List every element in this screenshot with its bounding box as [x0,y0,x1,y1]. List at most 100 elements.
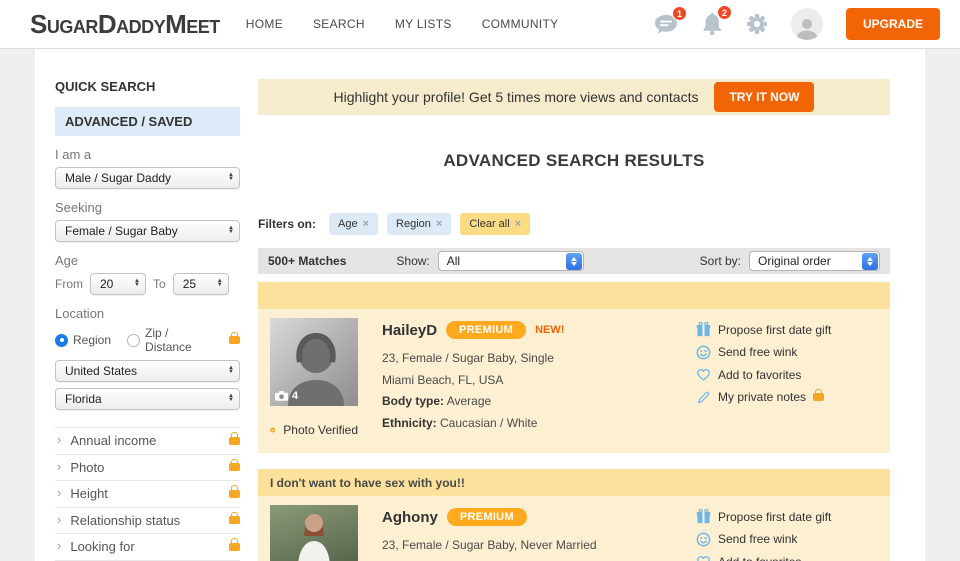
select-arrows-icon: ▲▼ [228,174,234,181]
tab-quick-search[interactable]: QUICK SEARCH [55,79,258,94]
photo-count-number: 4 [292,390,298,402]
send-wink-link[interactable]: Send free wink [696,532,878,547]
chevron-right-icon: › [57,485,61,500]
sort-value: Original order [758,254,862,268]
messages-badge: 1 [672,6,687,21]
show-value: All [447,254,566,268]
select-arrows-icon: ▲▼ [228,395,234,402]
action-label: My private notes [718,390,806,404]
nav-community[interactable]: COMMUNITY [482,17,559,31]
close-icon[interactable]: × [363,218,369,230]
gift-icon [696,509,711,524]
add-favorites-link[interactable]: Add to favorites [696,367,878,382]
action-label: Send free wink [718,345,797,359]
action-label: Propose first date gift [718,510,831,524]
profile-name[interactable]: HaileyD [382,322,437,339]
lock-icon [813,393,824,401]
pencil-icon [696,390,711,405]
promo-banner: Highlight your profile! Get 5 times more… [258,79,890,115]
radio-selected-icon [55,334,68,347]
filter-chip-age[interactable]: Age × [329,213,378,235]
lock-icon [229,543,240,551]
sort-select[interactable]: Original order [749,251,880,271]
search-sidebar: QUICK SEARCH ADVANCED / SAVED I am a Mal… [35,49,258,561]
age-from-value: 20 [100,277,134,291]
add-favorites-link[interactable]: Add to favorites [696,554,878,561]
country-select[interactable]: United States ▲▼ [55,360,240,382]
matches-count: 500+ Matches [268,254,346,268]
state-select[interactable]: Florida ▲▼ [55,388,240,410]
settings-button[interactable] [746,13,768,35]
profile-name[interactable]: Aghony [382,509,438,526]
action-label: Propose first date gift [718,323,831,337]
chip-label: Age [338,218,358,230]
sort-by-label: Sort by: [700,254,741,268]
notifications-badge: 2 [717,5,732,20]
show-select[interactable]: All [438,251,584,271]
close-icon[interactable]: × [515,218,521,230]
region-radio[interactable]: Region [55,333,111,347]
i-am-a-select[interactable]: Male / Sugar Daddy ▲▼ [55,167,240,189]
page-title: ADVANCED SEARCH RESULTS [258,151,890,171]
lock-icon [229,490,240,498]
tab-advanced-saved[interactable]: ADVANCED / SAVED [55,107,240,136]
lock-icon [229,336,240,344]
filter-chip-region[interactable]: Region× [387,213,451,235]
zip-distance-radio[interactable]: Zip / Distance [127,326,213,354]
age-from-select[interactable]: 20 ▲▼ [90,273,146,295]
clear-all-chip[interactable]: Clear all × [460,213,530,235]
filter-label: Annual income [70,433,156,448]
send-wink-link[interactable]: Send free wink [696,345,878,360]
filter-photo[interactable]: ›Photo [55,455,240,482]
seeking-value: Female / Sugar Baby [65,224,228,238]
portrait-placeholder [270,505,358,561]
result-card: I don't want to have sex with you!! Agho… [258,469,890,561]
profile-photo[interactable]: 4 [270,318,358,406]
profile-body-type: Body type: Average [382,391,696,413]
photo-verified: Photo Verified [270,422,358,438]
seeking-select[interactable]: Female / Sugar Baby ▲▼ [55,220,240,242]
filter-relationship-status[interactable]: ›Relationship status [55,508,240,535]
age-to-select[interactable]: 25 ▲▼ [173,273,229,295]
propose-gift-link[interactable]: Propose first date gift [696,509,878,524]
notifications-button[interactable]: 2 [701,12,723,36]
premium-badge: PREMIUM [446,321,526,339]
profile-avatar[interactable] [791,8,823,40]
results-main: Highlight your profile! Get 5 times more… [258,49,925,561]
nav-home[interactable]: HOME [246,17,283,31]
age-to-label: To [153,277,166,291]
try-it-now-button[interactable]: TRY IT NOW [714,82,814,112]
locked-filters-list: ›Annual income ›Photo ›Height ›Relations… [55,427,240,561]
age-label: Age [55,253,258,268]
photo-verified-label: Photo Verified [283,423,358,437]
result-card: 4 Photo Verified HaileyD PREMIUM NEW! 23… [258,282,890,453]
chevron-right-icon: › [57,459,61,474]
action-label: Add to favorites [718,368,801,382]
ethnicity-label: Ethnicity: [382,416,437,430]
age-to-value: 25 [183,277,217,291]
profile-location: Miami Beach, FL, USA [382,370,696,392]
upgrade-button[interactable]: UPGRADE [846,8,940,40]
close-icon[interactable]: × [436,218,442,230]
filter-label: Height [70,486,108,501]
premium-badge: PREMIUM [447,508,527,526]
nav-my-lists[interactable]: MY LISTS [395,17,452,31]
matches-toolbar: 500+ Matches Show: All Sort by: Original… [258,248,890,274]
messages-button[interactable]: 1 [653,13,678,36]
site-logo[interactable]: SugarDaddyMeet [30,9,220,40]
verified-check-icon [270,422,275,438]
person-icon [794,16,820,40]
profile-photo[interactable] [270,505,358,561]
nav-search[interactable]: SEARCH [313,17,365,31]
lock-icon [229,463,240,471]
propose-gift-link[interactable]: Propose first date gift [696,322,878,337]
filter-height[interactable]: › Height [55,481,240,508]
private-notes-link[interactable]: My private notes [696,390,878,405]
chevron-right-icon: › [57,538,61,553]
chip-label: Clear all [469,218,509,230]
state-value: Florida [65,392,228,406]
filter-annual-income[interactable]: ›Annual income [55,428,240,455]
logo-part: Daddy [98,9,165,39]
age-from-label: From [55,277,83,291]
filter-looking-for[interactable]: ›Looking for [55,534,240,561]
